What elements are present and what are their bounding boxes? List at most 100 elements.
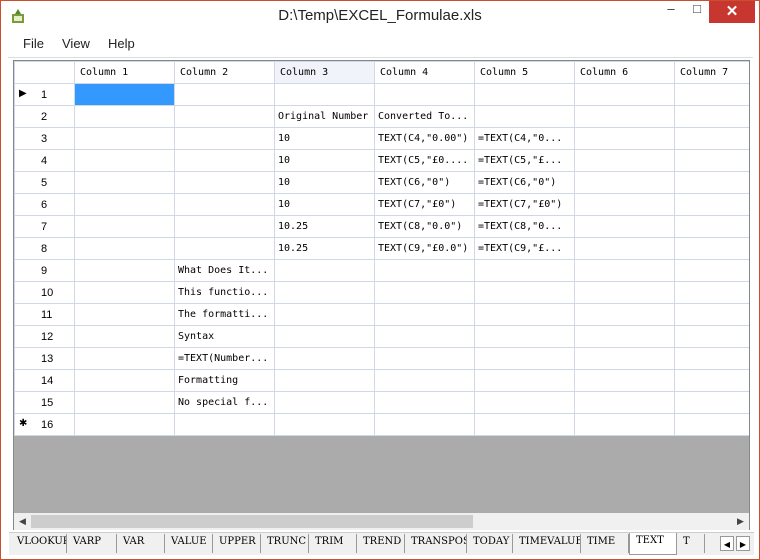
grid-cell[interactable] bbox=[574, 259, 675, 282]
sheet-tab[interactable]: TEXT bbox=[629, 533, 677, 555]
grid-cell[interactable] bbox=[74, 325, 175, 348]
grid-cell[interactable] bbox=[74, 83, 175, 106]
row-header[interactable]: 15 bbox=[14, 391, 75, 414]
row-header[interactable]: 14 bbox=[14, 369, 75, 392]
grid-cell[interactable] bbox=[674, 149, 749, 172]
grid-cell[interactable] bbox=[574, 369, 675, 392]
grid-cell[interactable] bbox=[574, 127, 675, 150]
sheet-tab[interactable]: VALUE bbox=[165, 534, 213, 553]
minimize-button[interactable]: ‒ bbox=[657, 1, 685, 23]
grid-cell[interactable] bbox=[574, 83, 675, 106]
grid-cell[interactable] bbox=[574, 237, 675, 260]
grid-cell[interactable]: =TEXT(C5,"£... bbox=[474, 149, 575, 172]
grid-cell[interactable] bbox=[274, 281, 375, 304]
grid-cell[interactable] bbox=[674, 325, 749, 348]
grid-cell[interactable]: Syntax bbox=[174, 325, 275, 348]
sheet-tab[interactable]: TRANSPOSE bbox=[405, 534, 467, 553]
grid-cell[interactable] bbox=[574, 391, 675, 414]
grid-cell[interactable] bbox=[74, 237, 175, 260]
grid-cell[interactable]: =TEXT(C4,"0... bbox=[474, 127, 575, 150]
tab-prev-icon[interactable]: ◀ bbox=[720, 536, 734, 551]
grid-cell[interactable] bbox=[74, 171, 175, 194]
grid-cell[interactable] bbox=[274, 347, 375, 370]
grid-cell[interactable] bbox=[274, 413, 375, 436]
row-header[interactable]: 11 bbox=[14, 303, 75, 326]
sheet-tab[interactable]: TRUNC bbox=[261, 534, 309, 553]
grid-cell[interactable] bbox=[674, 193, 749, 216]
column-header[interactable]: Column 3 bbox=[274, 61, 375, 84]
column-header[interactable]: Column 1 bbox=[74, 61, 175, 84]
grid-cell[interactable] bbox=[674, 391, 749, 414]
scroll-left-arrow-icon[interactable]: ◀ bbox=[14, 513, 31, 530]
column-header[interactable]: Column 6 bbox=[574, 61, 675, 84]
grid-cell[interactable] bbox=[274, 303, 375, 326]
row-header[interactable]: 13 bbox=[14, 347, 75, 370]
column-header[interactable]: Column 7 bbox=[674, 61, 749, 84]
grid-cell[interactable] bbox=[674, 259, 749, 282]
grid-cell[interactable] bbox=[674, 413, 749, 436]
grid-cell[interactable] bbox=[574, 171, 675, 194]
sheet-tab[interactable]: TODAY bbox=[467, 534, 513, 553]
column-header[interactable]: Column 5 bbox=[474, 61, 575, 84]
grid-cell[interactable] bbox=[174, 83, 275, 106]
grid-cell[interactable] bbox=[674, 347, 749, 370]
row-header[interactable]: 5 bbox=[14, 171, 75, 194]
grid-cell[interactable]: The formatti... bbox=[174, 303, 275, 326]
grid-cell[interactable]: =TEXT(C6,"0") bbox=[474, 171, 575, 194]
grid-cell[interactable] bbox=[374, 325, 475, 348]
grid-cell[interactable] bbox=[174, 105, 275, 128]
grid-cell[interactable] bbox=[174, 171, 275, 194]
grid-cell[interactable] bbox=[674, 281, 749, 304]
sheet-tab[interactable]: TIMEVALUE bbox=[513, 534, 581, 553]
grid-cell[interactable] bbox=[174, 193, 275, 216]
grid-cell[interactable] bbox=[474, 303, 575, 326]
grid-cell[interactable] bbox=[474, 369, 575, 392]
sheet-tab[interactable]: T bbox=[677, 534, 705, 553]
grid-cell[interactable] bbox=[374, 281, 475, 304]
row-header[interactable]: ✱ 16 bbox=[14, 413, 75, 436]
grid-cell[interactable]: 10.25 bbox=[274, 215, 375, 238]
row-header[interactable]: 3 bbox=[14, 127, 75, 150]
grid-cell[interactable] bbox=[574, 105, 675, 128]
grid-cell[interactable] bbox=[174, 215, 275, 238]
grid-cell[interactable] bbox=[174, 127, 275, 150]
grid-cell[interactable] bbox=[74, 281, 175, 304]
grid-cell[interactable] bbox=[474, 105, 575, 128]
sheet-tab[interactable]: VAR bbox=[117, 534, 165, 553]
grid-cell[interactable]: Formatting bbox=[174, 369, 275, 392]
row-header[interactable]: 8 bbox=[14, 237, 75, 260]
grid-cell[interactable] bbox=[74, 303, 175, 326]
grid-cell[interactable] bbox=[274, 369, 375, 392]
grid-cell[interactable]: 10 bbox=[274, 171, 375, 194]
row-header[interactable]: 10 bbox=[14, 281, 75, 304]
row-header[interactable]: 9 bbox=[14, 259, 75, 282]
grid-cell[interactable]: 10.25 bbox=[274, 237, 375, 260]
grid-cell[interactable] bbox=[574, 215, 675, 238]
grid-cell[interactable] bbox=[674, 171, 749, 194]
grid-cell[interactable]: TEXT(C6,"0") bbox=[374, 171, 475, 194]
row-header[interactable]: ▶ 1 bbox=[14, 83, 75, 106]
grid-cell[interactable] bbox=[174, 413, 275, 436]
grid-cell[interactable] bbox=[374, 413, 475, 436]
menu-help[interactable]: Help bbox=[108, 36, 135, 51]
grid-cell[interactable] bbox=[574, 325, 675, 348]
grid-cell[interactable] bbox=[374, 303, 475, 326]
grid-cell[interactable] bbox=[274, 391, 375, 414]
grid-cell[interactable] bbox=[674, 83, 749, 106]
maximize-button[interactable]: □ bbox=[683, 1, 711, 23]
grid-cell[interactable] bbox=[674, 237, 749, 260]
column-header[interactable]: Column 2 bbox=[174, 61, 275, 84]
grid-cell[interactable] bbox=[574, 193, 675, 216]
grid-cell[interactable] bbox=[474, 83, 575, 106]
sheet-tab[interactable]: UPPER bbox=[213, 534, 261, 553]
grid-cell[interactable] bbox=[674, 215, 749, 238]
title-bar[interactable]: D:\Temp\EXCEL_Formulae.xls ‒ □ ✕ bbox=[1, 1, 759, 31]
grid-cell[interactable] bbox=[674, 105, 749, 128]
grid-cell[interactable] bbox=[274, 83, 375, 106]
grid-cell[interactable] bbox=[374, 83, 475, 106]
grid-cell[interactable]: No special f... bbox=[174, 391, 275, 414]
grid-cell[interactable]: 10 bbox=[274, 149, 375, 172]
grid-cell[interactable] bbox=[574, 149, 675, 172]
grid-cell[interactable] bbox=[574, 303, 675, 326]
grid-cell[interactable] bbox=[74, 347, 175, 370]
